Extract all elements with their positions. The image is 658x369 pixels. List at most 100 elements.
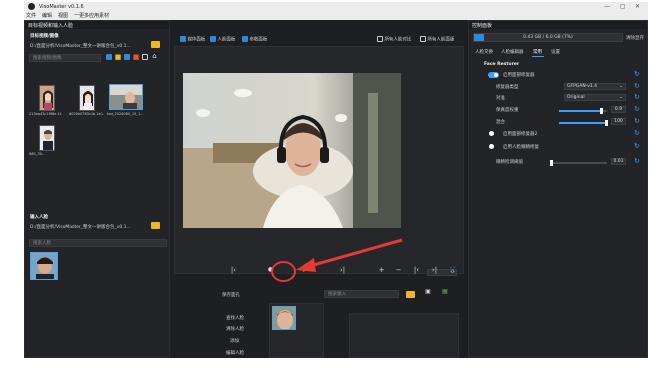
filter-icon[interactable] — [105, 54, 113, 61]
minimize-button[interactable]: — — [604, 3, 610, 10]
menu-edit[interactable]: 编辑 — [42, 12, 52, 19]
prev-marker-button[interactable]: |‹ — [412, 267, 421, 274]
face-panel-toggle[interactable]: 人脸面板 — [210, 36, 235, 43]
open-input-folder-icon[interactable] — [151, 222, 160, 229]
reset-icon[interactable]: ↻ — [634, 93, 640, 101]
saved-faces-label: 保存面孔 — [222, 293, 240, 298]
eye-fix-toggle[interactable] — [489, 144, 494, 149]
open-folder-icon[interactable] — [151, 41, 160, 48]
tab-face-editor[interactable]: 人脸编辑器 — [501, 49, 524, 55]
detected-face-thumb[interactable] — [272, 306, 296, 330]
title-bar: VisoMaster v0.1.6 — ▢ ✕ — [24, 2, 648, 11]
tab-face-swap[interactable]: 人脸交换 — [475, 49, 493, 55]
reset-icon[interactable]: ↻ — [634, 129, 640, 137]
app-logo-icon — [28, 3, 35, 10]
reset-icon[interactable]: ↻ — [634, 105, 640, 113]
eye-fix-label: 启用人脸眼睛修复 — [503, 145, 539, 150]
compare-faces-toggle[interactable]: 所有人脸对比 — [377, 36, 411, 43]
active-tab-indicator — [532, 56, 544, 57]
prev-frame-button[interactable]: |‹ — [229, 267, 238, 274]
image-filter-icon[interactable] — [123, 54, 131, 61]
restorer-type-select[interactable]: GFPGAN-v1.4 ⌄ — [564, 83, 626, 90]
next-marker-button[interactable]: ›| — [430, 267, 439, 274]
eye-threshold-value[interactable]: 0.01 — [611, 158, 626, 165]
reset-icon[interactable]: ↻ — [634, 117, 640, 125]
app-window: VisoMaster v0.1.6 — ▢ ✕ 文件 编辑 视图 一更多应用素材… — [24, 2, 648, 358]
target-thumb-1[interactable] — [39, 85, 55, 111]
param-panel-toggle[interactable]: 参数面板 — [242, 36, 267, 43]
target-path: D:/直面分析/VisoMaster_整文一讲版合包_v0.1... — [30, 44, 131, 49]
tab-settings[interactable]: 设置 — [551, 49, 560, 55]
target-search-input[interactable]: 搜索视频/图像 — [29, 54, 101, 62]
add-face-button[interactable]: 添加 — [230, 338, 239, 344]
target-thumb-3[interactable] — [109, 84, 143, 110]
fidelity-slider[interactable] — [559, 108, 607, 114]
target-thumb-1-caption: 213ea43c1f98e 1b80a0c48c48 9b0c2ee1e1c2.… — [29, 112, 61, 116]
target-thumb-3-caption: tod_2024060_15_1... — [107, 112, 144, 116]
clear-vram-button[interactable]: 清除显存 — [626, 35, 644, 41]
face-mask-toggle[interactable]: 所有人脸面版 — [420, 36, 454, 43]
section-title: Face Restorer — [484, 62, 520, 67]
target-media-label: 目标视频/图像 — [30, 34, 59, 39]
reset-icon[interactable]: ↻ — [634, 157, 640, 165]
webcam-filter-icon[interactable] — [141, 54, 149, 61]
restorer2-label: 启用面部修复器2 — [503, 132, 538, 137]
chevron-down-icon: ⌄ — [619, 95, 623, 100]
media-panel-toggle[interactable]: 媒体面板 — [180, 36, 205, 43]
align-label: 对准 — [496, 96, 505, 101]
center-panel: 媒体面板 人脸面板 参数面板 所有人脸对比 所有人脸面版 0 |‹ ● ›| +… — [174, 30, 464, 358]
vram-bar: 0.43 GB / 6.0 GB (7%) — [473, 33, 623, 42]
load-faces-icon[interactable] — [406, 291, 415, 298]
annotation-arrow — [296, 238, 403, 272]
video-frame — [183, 73, 401, 228]
chevron-down-icon: ⌄ — [619, 84, 623, 89]
tab-common[interactable]: 常用 — [533, 49, 542, 55]
restorer-type-label: 修复器类型 — [496, 85, 519, 90]
window-title: VisoMaster v0.1.6 — [39, 3, 84, 10]
menu-bar: 文件 编辑 视图 一更多应用素材 — [24, 11, 648, 20]
reset-icon[interactable]: ↻ — [634, 142, 640, 150]
save-faces-icon[interactable]: ▣ — [424, 289, 432, 295]
target-thumb-2[interactable] — [79, 85, 95, 111]
align-select[interactable]: Original ⌄ — [564, 94, 626, 101]
reset-icon[interactable]: ↻ — [634, 70, 640, 78]
control-panel: 控制面板 0.43 GB / 6.0 GB (7%) 清除显存 人脸交换 人脸编… — [468, 20, 648, 358]
menu-more[interactable]: 一更多应用素材 — [74, 12, 109, 19]
export-faces-icon[interactable]: ▤ — [441, 289, 449, 295]
restorer-toggle[interactable] — [488, 72, 499, 78]
face-search-input[interactable]: 搜索输入 — [324, 290, 399, 298]
face-assignment-area — [349, 313, 459, 358]
input-face-thumb[interactable] — [30, 252, 58, 280]
menu-file[interactable]: 文件 — [26, 12, 36, 19]
media-panel-header: 目标视频和输入人脸 — [25, 21, 169, 29]
reset-icon[interactable]: ↻ — [634, 82, 640, 90]
find-faces-button[interactable]: 查找人脸 — [226, 315, 244, 321]
blend-label: 混合 — [496, 120, 505, 125]
fidelity-value[interactable]: 0.9 — [611, 106, 626, 113]
control-panel-header: 控制面板 — [469, 21, 647, 29]
blend-value[interactable]: 100 — [611, 118, 626, 125]
target-thumb-2-caption: 6020e0783c1b 2e1cb5c2e3e... — [69, 112, 103, 116]
restorer-toggle-label: 启用面部修复器 — [503, 73, 535, 78]
target-thumb-4[interactable] — [39, 125, 55, 151]
maximize-button[interactable]: ▢ — [620, 3, 626, 10]
close-button[interactable]: ✕ — [635, 3, 640, 10]
input-search-input[interactable]: 搜索人脸 — [29, 239, 167, 247]
vram-text: 0.43 GB / 6.0 GB (7%) — [523, 35, 573, 40]
blend-slider[interactable] — [559, 120, 608, 126]
eye-threshold-slider[interactable] — [549, 160, 607, 166]
target-thumb-4-caption: IMG_30... — [29, 152, 46, 156]
video-filter-icon[interactable]: ■ — [132, 54, 140, 61]
edit-faces-button[interactable]: 编辑人脸 — [226, 350, 244, 356]
clear-faces-button[interactable]: 清除人脸 — [226, 326, 244, 332]
eye-threshold-label: 眼睛检测阈值 — [496, 160, 523, 165]
media-panel: 目标视频和输入人脸 目标视频/图像 D:/直面分析/VisoMaster_整文一… — [24, 20, 170, 358]
fullscreen-icon[interactable]: ⛶ — [448, 267, 457, 274]
input-path: D:/直面分析/VisoMaster_整文一讲版合包_v0.1... — [30, 225, 131, 230]
restorer2-toggle[interactable] — [489, 131, 494, 136]
home-icon[interactable]: ⌂ — [150, 53, 159, 60]
menu-view[interactable]: 视图 — [58, 12, 68, 19]
input-faces-label: 输入人脸 — [30, 215, 48, 220]
folder-small-icon[interactable]: ■ — [114, 54, 122, 61]
fidelity-label: 保真度权重 — [496, 108, 519, 113]
